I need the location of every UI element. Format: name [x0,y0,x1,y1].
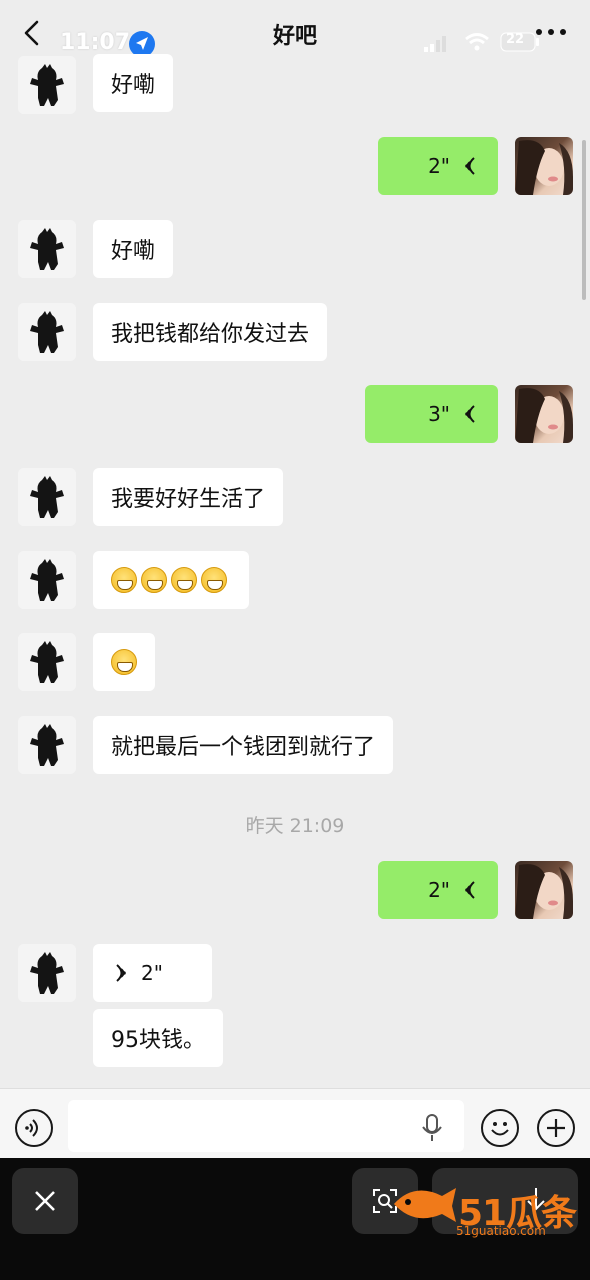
figure-avatar-icon [18,468,76,526]
message-bubble[interactable]: 好嘞 [93,220,174,278]
voice-wave-icon [465,405,475,423]
portrait-avatar-icon [515,140,573,195]
contact-avatar[interactable] [18,220,76,278]
voice-message-bubble[interactable]: 2" [378,861,498,919]
message-bubble[interactable]: 我要好好生活了 [93,468,284,526]
message-text: 就把最后一个钱团到就行了 [111,735,376,760]
figure-avatar-icon [18,716,76,774]
voice-message-bubble[interactable]: 2" [378,137,498,195]
voice-message-bubble[interactable]: 3" [365,385,498,443]
grinning-face-icon [201,567,227,593]
contact-avatar[interactable] [18,633,76,691]
portrait-avatar-icon [515,388,573,443]
figure-avatar-icon [18,944,76,1002]
wifi-icon [465,33,489,51]
figure-avatar-icon [18,220,76,278]
voice-duration: 2" [428,878,450,902]
more-icon[interactable] [534,22,568,42]
my-avatar[interactable] [515,385,573,443]
message-text: 我把钱都给你发过去 [111,322,310,347]
voice-wave-icon [465,157,475,175]
contact-avatar[interactable] [18,56,76,114]
message-text: 95块钱。 [111,1028,205,1053]
battery-level: 22 [506,32,525,47]
voice-icon [25,1119,38,1137]
chat-header: 11:07 好吧 22 [0,0,590,66]
grinning-face-icon [171,567,197,593]
signal-icon [424,36,446,52]
voice-duration: 2" [141,961,163,985]
voice-duration: 2" [428,154,450,178]
smiley-icon [491,1122,509,1136]
scrollbar[interactable] [582,140,586,300]
emoji-button[interactable] [481,1109,519,1147]
figure-avatar-icon [18,633,76,691]
watermark-site: 51guatiao.com [456,1224,546,1238]
emoji-message-bubble[interactable] [93,551,249,609]
grinning-face-icon [111,649,137,675]
close-button[interactable] [12,1168,78,1234]
voice-toggle-button[interactable] [15,1109,53,1147]
portrait-avatar-icon [515,864,573,919]
contact-avatar[interactable] [18,944,76,1002]
figure-avatar-icon [18,303,76,361]
emoji-message-bubble[interactable] [93,633,155,691]
voice-wave-icon [465,881,475,899]
message-bubble[interactable]: 我把钱都给你发过去 [93,303,328,361]
contact-avatar[interactable] [18,551,76,609]
message-text: 我要好好生活了 [111,487,266,512]
my-avatar[interactable] [515,861,573,919]
microphone-icon[interactable] [421,1114,443,1142]
voice-message-bubble[interactable]: 2" [93,944,212,1002]
plus-icon [547,1119,565,1137]
contact-avatar[interactable] [18,303,76,361]
contact-avatar[interactable] [18,716,76,774]
message-text: 好嘞 [111,73,156,98]
voice-wave-icon [116,964,126,982]
watermark-fish-logo-icon [394,1188,456,1222]
voice-duration: 3" [428,402,450,426]
grinning-face-icon [111,567,137,593]
figure-avatar-icon [18,56,76,114]
grinning-face-icon [141,567,167,593]
message-input[interactable] [68,1100,464,1152]
figure-avatar-icon [18,551,76,609]
message-bubble[interactable]: 好嘞 [93,54,174,112]
message-bubble[interactable]: 就把最后一个钱团到就行了 [93,716,394,774]
message-bubble[interactable]: 95块钱。 [93,1009,223,1067]
contact-avatar[interactable] [18,468,76,526]
close-icon [35,1191,55,1211]
chat-timestamp: 昨天 21:09 [245,815,345,837]
more-actions-button[interactable] [537,1109,575,1147]
message-text: 好嘞 [111,239,156,264]
my-avatar[interactable] [515,137,573,195]
